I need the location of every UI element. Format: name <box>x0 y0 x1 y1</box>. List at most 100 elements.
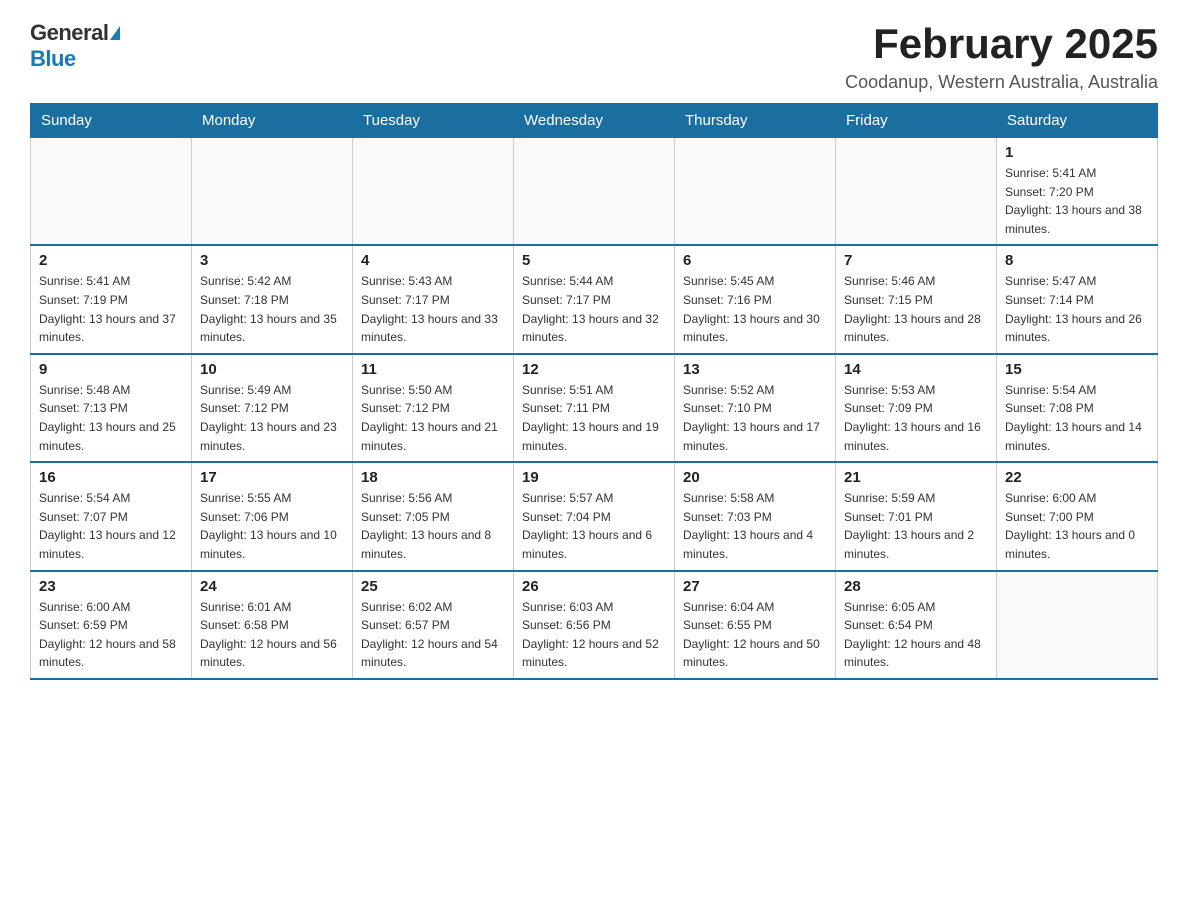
day-info: Sunrise: 5:46 AM Sunset: 7:15 PM Dayligh… <box>844 272 988 346</box>
calendar-day-cell: 15 Sunrise: 5:54 AM Sunset: 7:08 PM Dayli… <box>997 354 1158 462</box>
calendar-day-cell: 12 Sunrise: 5:51 AM Sunset: 7:11 PM Dayli… <box>514 354 675 462</box>
day-number: 21 <box>844 469 988 486</box>
day-number: 13 <box>683 361 827 378</box>
calendar-day-cell <box>836 138 997 246</box>
logo-blue-text: Blue <box>30 46 76 72</box>
day-number: 24 <box>200 578 344 595</box>
day-number: 1 <box>1005 144 1149 161</box>
day-info: Sunrise: 5:43 AM Sunset: 7:17 PM Dayligh… <box>361 272 505 346</box>
calendar-day-cell: 27 Sunrise: 6:04 AM Sunset: 6:55 PM Dayli… <box>675 571 836 679</box>
calendar-day-cell: 7 Sunrise: 5:46 AM Sunset: 7:15 PM Daylig… <box>836 245 997 353</box>
calendar-day-cell: 9 Sunrise: 5:48 AM Sunset: 7:13 PM Daylig… <box>31 354 192 462</box>
calendar-header-row: SundayMondayTuesdayWednesdayThursdayFrid… <box>31 104 1158 138</box>
day-number: 2 <box>39 252 183 269</box>
calendar-day-cell: 24 Sunrise: 6:01 AM Sunset: 6:58 PM Dayli… <box>192 571 353 679</box>
calendar-day-cell: 10Sunrise: 5:49 AM Sunset: 7:12 PM Dayli… <box>192 354 353 462</box>
day-number: 6 <box>683 252 827 269</box>
calendar-day-cell: 8 Sunrise: 5:47 AM Sunset: 7:14 PM Daylig… <box>997 245 1158 353</box>
calendar-day-cell: 3Sunrise: 5:42 AM Sunset: 7:18 PM Daylig… <box>192 245 353 353</box>
day-number: 25 <box>361 578 505 595</box>
page-header: General Blue February 2025 Coodanup, Wes… <box>30 20 1158 93</box>
day-info: Sunrise: 6:03 AM Sunset: 6:56 PM Dayligh… <box>522 598 666 672</box>
calendar-day-cell: 25Sunrise: 6:02 AM Sunset: 6:57 PM Dayli… <box>353 571 514 679</box>
calendar-day-cell: 18Sunrise: 5:56 AM Sunset: 7:05 PM Dayli… <box>353 462 514 570</box>
day-info: Sunrise: 5:42 AM Sunset: 7:18 PM Dayligh… <box>200 272 344 346</box>
calendar-day-cell <box>192 138 353 246</box>
calendar-header-cell: Tuesday <box>353 104 514 138</box>
calendar-week-row: 23Sunrise: 6:00 AM Sunset: 6:59 PM Dayli… <box>31 571 1158 679</box>
calendar-day-cell: 16 Sunrise: 5:54 AM Sunset: 7:07 PM Dayli… <box>31 462 192 570</box>
day-number: 19 <box>522 469 666 486</box>
day-number: 22 <box>1005 469 1149 486</box>
logo-general-text: General <box>30 20 108 46</box>
day-info: Sunrise: 5:50 AM Sunset: 7:12 PM Dayligh… <box>361 381 505 455</box>
calendar-header-cell: Saturday <box>997 104 1158 138</box>
day-info: Sunrise: 5:54 AM Sunset: 7:07 PM Dayligh… <box>39 489 183 563</box>
day-info: Sunrise: 5:48 AM Sunset: 7:13 PM Dayligh… <box>39 381 183 455</box>
day-info: Sunrise: 5:47 AM Sunset: 7:14 PM Dayligh… <box>1005 272 1149 346</box>
day-number: 14 <box>844 361 988 378</box>
day-number: 15 <box>1005 361 1149 378</box>
calendar-day-cell <box>514 138 675 246</box>
calendar-day-cell <box>997 571 1158 679</box>
day-number: 27 <box>683 578 827 595</box>
page-subtitle: Coodanup, Western Australia, Australia <box>845 72 1158 93</box>
day-number: 4 <box>361 252 505 269</box>
day-number: 20 <box>683 469 827 486</box>
day-number: 12 <box>522 361 666 378</box>
calendar-header-cell: Friday <box>836 104 997 138</box>
day-info: Sunrise: 5:45 AM Sunset: 7:16 PM Dayligh… <box>683 272 827 346</box>
day-info: Sunrise: 6:01 AM Sunset: 6:58 PM Dayligh… <box>200 598 344 672</box>
calendar-header-cell: Wednesday <box>514 104 675 138</box>
day-info: Sunrise: 6:04 AM Sunset: 6:55 PM Dayligh… <box>683 598 827 672</box>
day-info: Sunrise: 5:52 AM Sunset: 7:10 PM Dayligh… <box>683 381 827 455</box>
calendar-day-cell: 26 Sunrise: 6:03 AM Sunset: 6:56 PM Dayli… <box>514 571 675 679</box>
day-info: Sunrise: 5:58 AM Sunset: 7:03 PM Dayligh… <box>683 489 827 563</box>
day-info: Sunrise: 5:44 AM Sunset: 7:17 PM Dayligh… <box>522 272 666 346</box>
day-number: 23 <box>39 578 183 595</box>
day-info: Sunrise: 5:41 AM Sunset: 7:20 PM Dayligh… <box>1005 164 1149 238</box>
calendar-day-cell: 4 Sunrise: 5:43 AM Sunset: 7:17 PM Daylig… <box>353 245 514 353</box>
calendar-day-cell: 23Sunrise: 6:00 AM Sunset: 6:59 PM Dayli… <box>31 571 192 679</box>
day-number: 5 <box>522 252 666 269</box>
calendar-day-cell: 6 Sunrise: 5:45 AM Sunset: 7:16 PM Daylig… <box>675 245 836 353</box>
day-number: 18 <box>361 469 505 486</box>
calendar-day-cell: 21Sunrise: 5:59 AM Sunset: 7:01 PM Dayli… <box>836 462 997 570</box>
day-info: Sunrise: 5:55 AM Sunset: 7:06 PM Dayligh… <box>200 489 344 563</box>
calendar-week-row: 1 Sunrise: 5:41 AM Sunset: 7:20 PM Daylig… <box>31 138 1158 246</box>
day-info: Sunrise: 6:00 AM Sunset: 7:00 PM Dayligh… <box>1005 489 1149 563</box>
day-number: 7 <box>844 252 988 269</box>
day-number: 28 <box>844 578 988 595</box>
calendar-day-cell: 28 Sunrise: 6:05 AM Sunset: 6:54 PM Dayli… <box>836 571 997 679</box>
day-info: Sunrise: 5:57 AM Sunset: 7:04 PM Dayligh… <box>522 489 666 563</box>
day-number: 26 <box>522 578 666 595</box>
calendar-day-cell: 11 Sunrise: 5:50 AM Sunset: 7:12 PM Dayli… <box>353 354 514 462</box>
calendar-day-cell: 13 Sunrise: 5:52 AM Sunset: 7:10 PM Dayli… <box>675 354 836 462</box>
day-number: 16 <box>39 469 183 486</box>
calendar-day-cell: 2 Sunrise: 5:41 AM Sunset: 7:19 PM Daylig… <box>31 245 192 353</box>
calendar-day-cell: 22 Sunrise: 6:00 AM Sunset: 7:00 PM Dayli… <box>997 462 1158 570</box>
day-number: 10 <box>200 361 344 378</box>
logo-triangle-icon <box>110 26 120 40</box>
calendar-day-cell: 14 Sunrise: 5:53 AM Sunset: 7:09 PM Dayli… <box>836 354 997 462</box>
logo: General Blue <box>30 20 120 72</box>
day-info: Sunrise: 5:41 AM Sunset: 7:19 PM Dayligh… <box>39 272 183 346</box>
calendar-table: SundayMondayTuesdayWednesdayThursdayFrid… <box>30 103 1158 680</box>
calendar-week-row: 16 Sunrise: 5:54 AM Sunset: 7:07 PM Dayli… <box>31 462 1158 570</box>
calendar-week-row: 2 Sunrise: 5:41 AM Sunset: 7:19 PM Daylig… <box>31 245 1158 353</box>
day-number: 8 <box>1005 252 1149 269</box>
calendar-day-cell: 19 Sunrise: 5:57 AM Sunset: 7:04 PM Dayli… <box>514 462 675 570</box>
day-info: Sunrise: 5:53 AM Sunset: 7:09 PM Dayligh… <box>844 381 988 455</box>
calendar-day-cell: 17Sunrise: 5:55 AM Sunset: 7:06 PM Dayli… <box>192 462 353 570</box>
calendar-header-cell: Monday <box>192 104 353 138</box>
day-number: 9 <box>39 361 183 378</box>
day-info: Sunrise: 5:54 AM Sunset: 7:08 PM Dayligh… <box>1005 381 1149 455</box>
page-title: February 2025 <box>845 20 1158 68</box>
day-info: Sunrise: 6:05 AM Sunset: 6:54 PM Dayligh… <box>844 598 988 672</box>
calendar-day-cell <box>31 138 192 246</box>
calendar-day-cell <box>675 138 836 246</box>
day-info: Sunrise: 5:51 AM Sunset: 7:11 PM Dayligh… <box>522 381 666 455</box>
calendar-day-cell: 20 Sunrise: 5:58 AM Sunset: 7:03 PM Dayli… <box>675 462 836 570</box>
calendar-day-cell: 1 Sunrise: 5:41 AM Sunset: 7:20 PM Daylig… <box>997 138 1158 246</box>
day-number: 11 <box>361 361 505 378</box>
